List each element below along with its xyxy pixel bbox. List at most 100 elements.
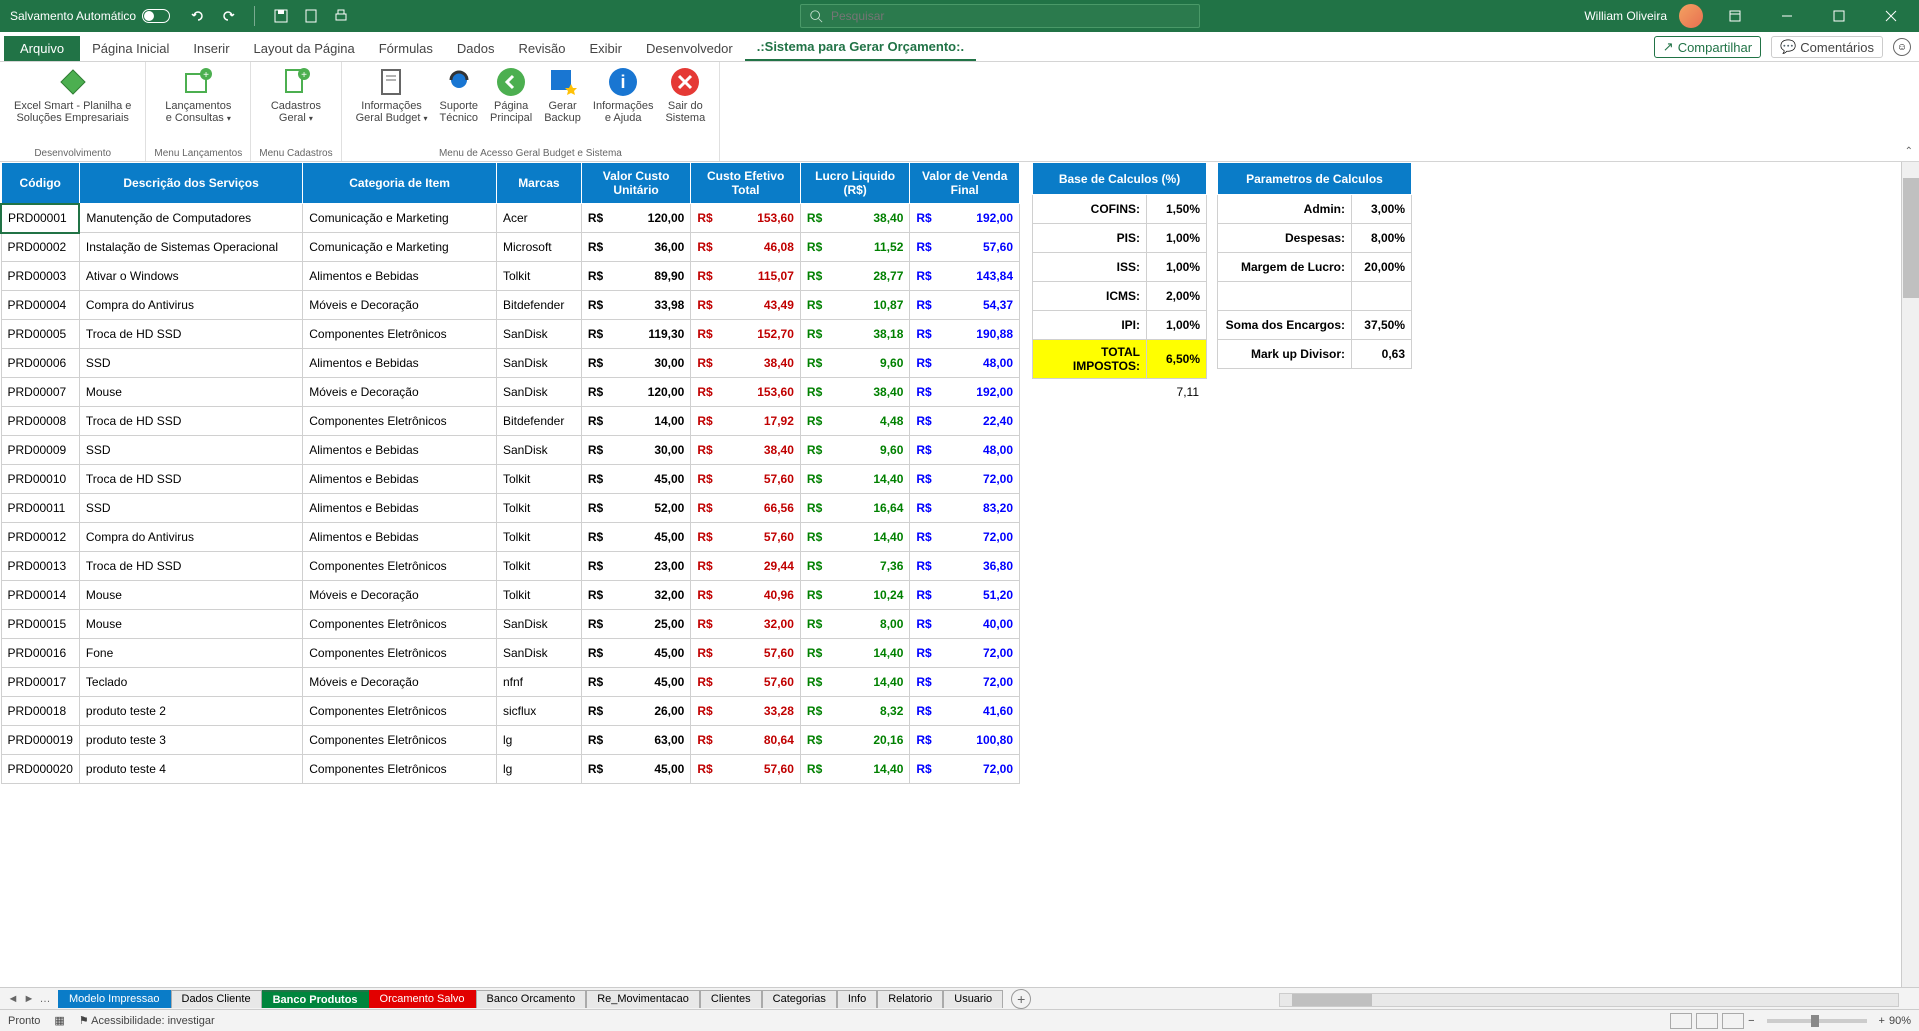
cell-cat[interactable]: Alimentos e Bebidas	[303, 494, 497, 523]
side-row[interactable]: Admin:3,00%	[1218, 195, 1412, 224]
cell-desc[interactable]: Fone	[79, 639, 302, 668]
table-row[interactable]: PRD000020produto teste 4Componentes Elet…	[1, 755, 1020, 784]
cell-profit[interactable]: R$9,60	[800, 436, 909, 465]
cell-sale[interactable]: R$54,37	[910, 291, 1020, 320]
side-row[interactable]: Mark up Divisor:0,63	[1218, 340, 1412, 369]
cell-sale[interactable]: R$48,00	[910, 349, 1020, 378]
cell-profit[interactable]: R$4,48	[800, 407, 909, 436]
cell-unit[interactable]: R$36,00	[581, 233, 691, 262]
feedback-icon[interactable]: ☺	[1893, 38, 1911, 56]
cell-sale[interactable]: R$72,00	[910, 755, 1020, 784]
cell-desc[interactable]: Instalação de Sistemas Operacional	[79, 233, 302, 262]
comments-button[interactable]: 💬Comentários	[1771, 36, 1883, 58]
main-grid[interactable]: CódigoDescrição dos ServiçosCategoria de…	[0, 162, 1020, 987]
cell-code[interactable]: PRD00005	[1, 320, 79, 349]
cell-code[interactable]: PRD00018	[1, 697, 79, 726]
ribbon-options-icon[interactable]	[1715, 0, 1755, 32]
cell-brand[interactable]: Tolkit	[496, 552, 581, 581]
cell-code[interactable]: PRD000020	[1, 755, 79, 784]
cell-cost[interactable]: R$66,56	[691, 494, 801, 523]
cell-sale[interactable]: R$192,00	[910, 378, 1020, 407]
ribbon-item-headset[interactable]: SuporteTécnico	[434, 66, 485, 124]
cell-unit[interactable]: R$63,00	[581, 726, 691, 755]
cell-code[interactable]: PRD00013	[1, 552, 79, 581]
cell-sale[interactable]: R$57,60	[910, 233, 1020, 262]
cell-cost[interactable]: R$43,49	[691, 291, 801, 320]
side-value[interactable]: 1,00%	[1147, 311, 1207, 340]
cell-brand[interactable]: lg	[496, 726, 581, 755]
cell-cost[interactable]: R$153,60	[691, 204, 801, 233]
vertical-scrollbar[interactable]	[1901, 162, 1919, 987]
cell-brand[interactable]: SanDisk	[496, 436, 581, 465]
cell-profit[interactable]: R$38,40	[800, 204, 909, 233]
cell-desc[interactable]: Troca de HD SSD	[79, 465, 302, 494]
side-row[interactable]: COFINS:1,50%	[1033, 195, 1207, 224]
cell-unit[interactable]: R$25,00	[581, 610, 691, 639]
ribbon-item-info-doc[interactable]: InformaçõesGeral Budget ▾	[350, 66, 434, 124]
cell-desc[interactable]: Manutenção de Computadores	[79, 204, 302, 233]
cell-unit[interactable]: R$119,30	[581, 320, 691, 349]
new-icon[interactable]	[303, 8, 319, 24]
cell-cost[interactable]: R$46,08	[691, 233, 801, 262]
sheet-tab-re-movimentacao[interactable]: Re_Movimentacao	[586, 990, 700, 1008]
sheet-tab-clientes[interactable]: Clientes	[700, 990, 762, 1008]
tab-p-gina-inicial[interactable]: Página Inicial	[80, 36, 181, 61]
cell-code[interactable]: PRD000019	[1, 726, 79, 755]
cell-cat[interactable]: Móveis e Decoração	[303, 291, 497, 320]
cell-cat[interactable]: Componentes Eletrônicos	[303, 552, 497, 581]
cell-desc[interactable]: Troca de HD SSD	[79, 320, 302, 349]
tab-exibir[interactable]: Exibir	[577, 36, 634, 61]
scrollbar-thumb[interactable]	[1903, 178, 1919, 298]
cell-brand[interactable]: SanDisk	[496, 349, 581, 378]
cell-sale[interactable]: R$72,00	[910, 465, 1020, 494]
cell-profit[interactable]: R$14,40	[800, 755, 909, 784]
print-icon[interactable]	[333, 8, 349, 24]
side-value[interactable]: 37,50%	[1352, 311, 1412, 340]
macro-icon[interactable]: ▦	[54, 1014, 64, 1027]
cell-brand[interactable]: nfnf	[496, 668, 581, 697]
column-header[interactable]: Lucro Liquido (R$)	[800, 163, 909, 204]
cell-code[interactable]: PRD00011	[1, 494, 79, 523]
cell-desc[interactable]: Troca de HD SSD	[79, 552, 302, 581]
ribbon-item-save-star[interactable]: GerarBackup	[538, 66, 587, 124]
cell-cost[interactable]: R$57,60	[691, 639, 801, 668]
cell-cat[interactable]: Componentes Eletrônicos	[303, 726, 497, 755]
cell-unit[interactable]: R$30,00	[581, 436, 691, 465]
redo-icon[interactable]	[220, 8, 236, 24]
cell-unit[interactable]: R$45,00	[581, 465, 691, 494]
cell-desc[interactable]: Teclado	[79, 668, 302, 697]
side-value[interactable]: 2,00%	[1147, 282, 1207, 311]
cell-cost[interactable]: R$57,60	[691, 523, 801, 552]
search-box[interactable]	[800, 4, 1200, 28]
cell-cost[interactable]: R$152,70	[691, 320, 801, 349]
cell-profit[interactable]: R$9,60	[800, 349, 909, 378]
cell-sale[interactable]: R$143,84	[910, 262, 1020, 291]
cell-desc[interactable]: Mouse	[79, 610, 302, 639]
cell-profit[interactable]: R$11,52	[800, 233, 909, 262]
cell-sale[interactable]: R$36,80	[910, 552, 1020, 581]
cell-unit[interactable]: R$120,00	[581, 204, 691, 233]
cell-unit[interactable]: R$45,00	[581, 755, 691, 784]
cell-cost[interactable]: R$32,00	[691, 610, 801, 639]
cell-profit[interactable]: R$28,77	[800, 262, 909, 291]
column-header[interactable]: Código	[1, 163, 79, 204]
cell-code[interactable]: PRD00007	[1, 378, 79, 407]
tab-arquivo[interactable]: Arquivo	[4, 36, 80, 61]
cell-cat[interactable]: Componentes Eletrônicos	[303, 697, 497, 726]
cell-cat[interactable]: Alimentos e Bebidas	[303, 523, 497, 552]
zoom-out-icon[interactable]: −	[1748, 1015, 1754, 1027]
sheet-next-icon[interactable]: ►	[22, 992, 36, 1006]
cell-profit[interactable]: R$7,36	[800, 552, 909, 581]
sheet-tab-modelo-impressao[interactable]: Modelo Impressao	[58, 990, 171, 1008]
cell-unit[interactable]: R$33,98	[581, 291, 691, 320]
cell-brand[interactable]: sicflux	[496, 697, 581, 726]
tab-revis-o[interactable]: Revisão	[507, 36, 578, 61]
table-row[interactable]: PRD00001Manutenção de ComputadoresComuni…	[1, 204, 1020, 233]
cell-code[interactable]: PRD00016	[1, 639, 79, 668]
cell-cost[interactable]: R$17,92	[691, 407, 801, 436]
side-row[interactable]: Margem de Lucro:20,00%	[1218, 253, 1412, 282]
tab--sistema-para-gerar-or-amento-[interactable]: .:Sistema para Gerar Orçamento:.	[745, 34, 976, 61]
cell-code[interactable]: PRD00017	[1, 668, 79, 697]
cell-cost[interactable]: R$38,40	[691, 349, 801, 378]
cell-cat[interactable]: Alimentos e Bebidas	[303, 262, 497, 291]
